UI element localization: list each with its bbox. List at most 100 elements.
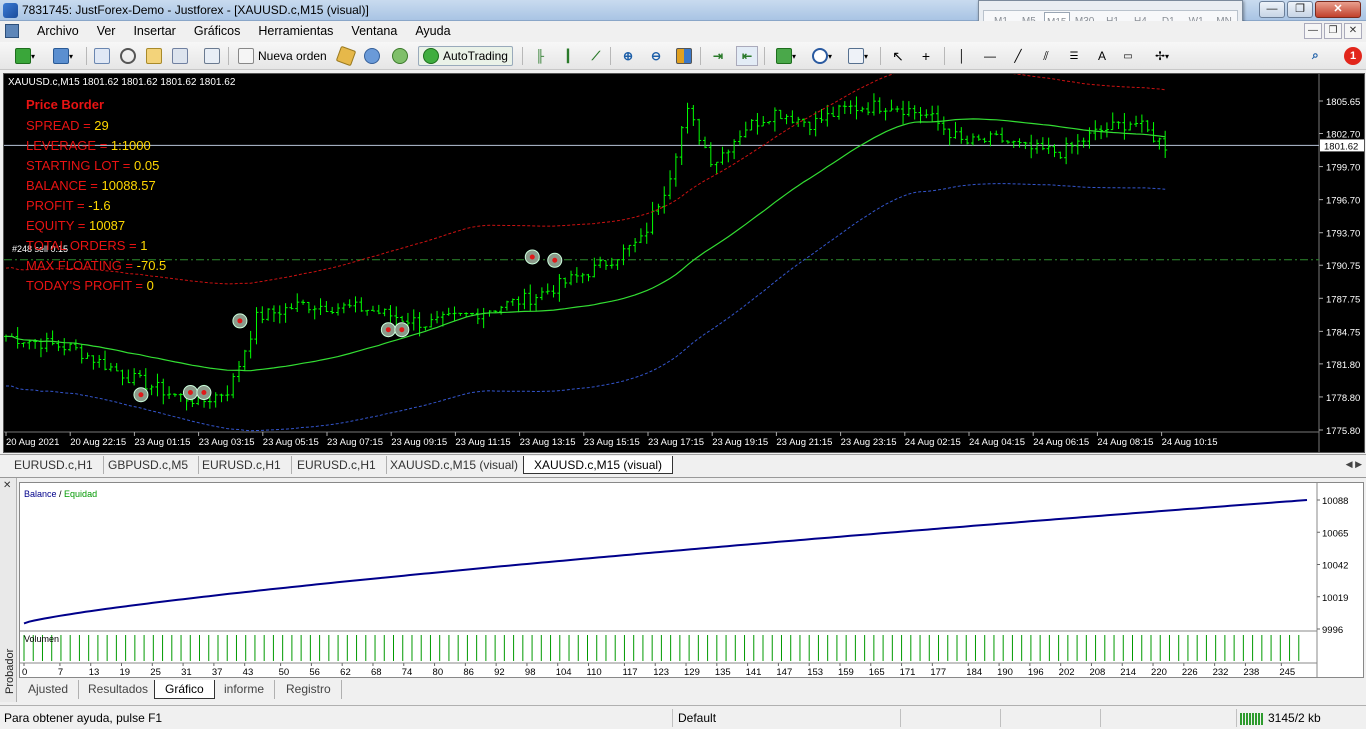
tester-tab-3[interactable]: informe — [214, 680, 276, 699]
trade-marker-dot — [399, 327, 405, 333]
balance-x-label: 190 — [997, 667, 1013, 677]
zoom-out-button[interactable]: ⊖ — [646, 46, 666, 66]
balance-x-label: 196 — [1028, 667, 1044, 677]
chart-tab[interactable]: EURUSD.c,H1 — [287, 456, 387, 474]
channel-icon: ⫽ — [1043, 48, 1049, 63]
menu-item-0[interactable]: Archivo — [28, 24, 88, 39]
notifications-badge[interactable]: 1 — [1344, 47, 1362, 65]
tabs-scroll-arrows[interactable]: ◀ ▶ — [1346, 459, 1362, 470]
menu-item-5[interactable]: Ventana — [342, 24, 406, 39]
fibonacci-button[interactable]: ☰ — [1064, 46, 1084, 66]
chart-tab[interactable]: EURUSD.c,H1 — [192, 456, 292, 474]
crosshair-button[interactable]: + — [916, 46, 936, 66]
balance-graph[interactable]: 10088 10065 10042 10019 9996 0 7 13 19 25 31 37 43 50… — [19, 482, 1364, 678]
menu-bar: Archivo Ver Insertar Gráficos Herramientas Ve… — [0, 21, 1366, 42]
autotrading-button[interactable]: AutoTrading — [418, 46, 513, 66]
chart-window-icon[interactable] — [5, 24, 19, 38]
navigator-button[interactable] — [144, 46, 164, 66]
horizontal-line-button[interactable]: — — [980, 46, 1000, 66]
terminal-button[interactable] — [170, 46, 190, 66]
balance-x-label: 50 — [279, 667, 290, 677]
ea-info-value: 0.05 — [134, 158, 160, 173]
tester-button[interactable] — [202, 46, 222, 66]
menu-item-6[interactable]: Ayuda — [406, 24, 459, 39]
cursor-button[interactable]: ↖ — [888, 46, 908, 66]
market-watch-button[interactable] — [92, 46, 112, 66]
balance-x-label: 80 — [433, 667, 444, 677]
ea-info-title: Price Border — [26, 97, 105, 112]
template-icon — [847, 48, 864, 64]
ea-info-label: TOTAL ORDERS = — [26, 238, 141, 253]
menu-items: Archivo Ver Insertar Gráficos Herramientas Ve… — [28, 24, 460, 39]
balance-line — [23, 499, 1308, 625]
periods-button[interactable]: ▾ — [808, 46, 836, 66]
balance-y-label: 10042 — [1322, 561, 1348, 572]
candle-chart-button[interactable]: ┃ — [558, 46, 578, 66]
menu-item-4[interactable]: Herramientas — [249, 24, 342, 39]
tester-tab-1[interactable]: Resultados — [78, 680, 160, 699]
menu-item-1[interactable]: Ver — [88, 24, 125, 39]
connection-bars-icon[interactable] — [1240, 713, 1264, 725]
arrows-tool-button[interactable]: ✢ ▾ — [1148, 46, 1176, 66]
menu-item-3[interactable]: Gráficos — [185, 24, 250, 39]
tile-windows-button[interactable] — [674, 46, 694, 66]
meta-editor-button[interactable] — [335, 45, 357, 67]
minimize-button[interactable]: — — [1259, 1, 1285, 18]
menu-item-2[interactable]: Insertar — [124, 24, 184, 39]
chart-tab[interactable]: GBPUSD.c,M5 — [98, 456, 200, 474]
tester-tab-2[interactable]: Gráfico — [154, 680, 215, 699]
bar-chart-button[interactable]: ╟ — [530, 46, 550, 66]
data-window-button[interactable] — [118, 46, 138, 66]
horizontal-line-icon: — — [984, 49, 996, 63]
time-label: 23 Aug 13:15 — [520, 437, 576, 448]
indicators-button[interactable]: ▾ — [772, 46, 800, 66]
channel-button[interactable]: ⫽ — [1036, 46, 1056, 66]
price-chart[interactable]: 1805.65 1802.70 1799.70 1796.70 1793.70 1790.… — [3, 73, 1365, 453]
balance-x-label: 184 — [966, 667, 982, 677]
tester-close-icon[interactable]: ✕ — [3, 480, 11, 491]
autoscroll-button[interactable]: ⇥ — [708, 46, 728, 66]
time-label: 20 Aug 22:15 — [70, 437, 126, 448]
label-tool-icon: ▭ — [1123, 50, 1133, 62]
mdi-close-button[interactable]: ✕ — [1344, 23, 1362, 39]
ea-info-row: SPREAD = 29 — [26, 116, 166, 136]
chart-tab[interactable]: XAUUSD.c,M15 (visual) — [523, 456, 674, 474]
mdi-minimize-button[interactable]: — — [1304, 23, 1322, 39]
trendline-button[interactable]: ╱ — [1008, 46, 1028, 66]
chart-tab[interactable]: XAUUSD.c,M15 (visual) — [380, 456, 530, 474]
toolbar-separator — [880, 47, 881, 65]
new-chart-button[interactable]: ▾ — [8, 46, 42, 66]
time-label: 24 Aug 02:15 — [905, 437, 961, 448]
close-button[interactable]: ✕ — [1315, 1, 1361, 18]
text-tool-button[interactable]: A — [1092, 46, 1112, 66]
balance-graph-canvas: 10088 10065 10042 10019 9996 0 7 13 19 25 31 37 43 50… — [20, 483, 1348, 677]
line-chart-button[interactable]: ⟋ — [586, 46, 606, 66]
label-tool-button[interactable]: ▭ — [1118, 46, 1138, 66]
restore-button[interactable]: ❐ — [1287, 1, 1313, 18]
tester-tab-4[interactable]: Registro — [276, 680, 342, 699]
vertical-line-button[interactable]: │ — [952, 46, 972, 66]
chart-shift-button[interactable]: ⇤ — [736, 46, 758, 66]
ea-info-label: EQUITY = — [26, 218, 89, 233]
time-label: 23 Aug 11:15 — [455, 437, 510, 448]
globe-icon — [392, 48, 408, 64]
chart-tab[interactable]: EURUSD.c,H1 — [4, 456, 104, 474]
mdi-restore-button[interactable]: ❐ — [1324, 23, 1342, 39]
moving-average-line — [5, 118, 1166, 372]
signals-button[interactable] — [362, 46, 382, 66]
tester-tab-0[interactable]: Ajusted — [18, 680, 80, 699]
chart-shift-icon: ⇤ — [741, 49, 753, 63]
new-order-button[interactable]: Nueva orden — [234, 46, 331, 66]
profiles-button[interactable]: ▾ — [46, 46, 80, 66]
price-label: 1796.70 — [1326, 196, 1360, 207]
status-separator — [1236, 709, 1237, 727]
ea-info-value: -70.5 — [136, 258, 167, 273]
community-button[interactable] — [390, 46, 410, 66]
status-traffic: 3145/2 kb — [1268, 711, 1321, 725]
zoom-in-button[interactable]: ⊕ — [618, 46, 638, 66]
balance-x-label: 13 — [89, 667, 100, 677]
search-icon[interactable]: ⌕ — [1312, 48, 1328, 64]
price-chart-canvas[interactable]: 1805.65 1802.70 1799.70 1796.70 1793.70 1790.… — [4, 74, 1364, 452]
templates-button[interactable]: ▾ — [844, 46, 872, 66]
arrows-tool-icon: ✢ — [1154, 49, 1166, 63]
